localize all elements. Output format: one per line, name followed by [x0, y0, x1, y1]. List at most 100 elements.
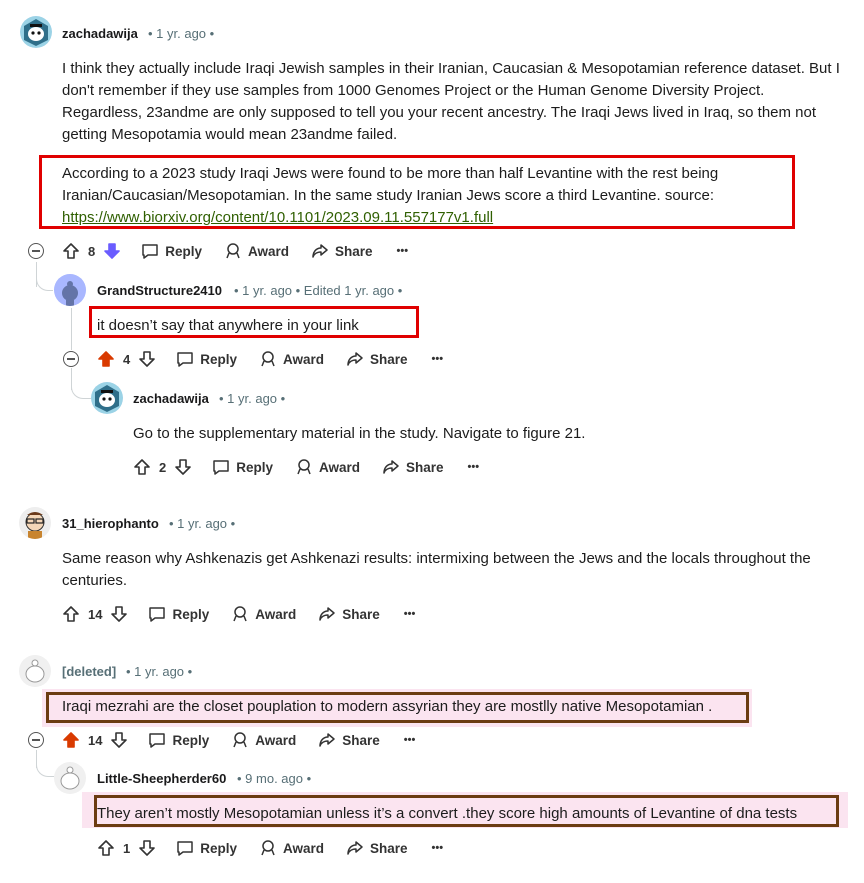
share-button[interactable]: Share [318, 605, 380, 623]
award-button[interactable]: Award [295, 458, 360, 476]
share-icon [383, 460, 399, 474]
share-icon [319, 733, 335, 747]
share-button[interactable]: Share [382, 458, 444, 476]
comment-username[interactable]: Little-Sheepherder60 [97, 771, 226, 786]
more-options-button[interactable]: ••• [468, 461, 480, 473]
collapse-thread-button[interactable] [28, 243, 44, 259]
collapse-thread-button[interactable] [63, 351, 79, 367]
award-button[interactable]: Award [259, 350, 324, 368]
award-label: Award [283, 840, 325, 856]
more-options-button[interactable]: ••• [404, 608, 416, 620]
share-button[interactable]: Share [346, 839, 408, 857]
thread-elbow [71, 376, 92, 399]
comment-username[interactable]: 31_hierophanto [62, 516, 159, 531]
more-options-button[interactable]: ••• [432, 842, 444, 854]
more-icon: ••• [431, 353, 444, 365]
snoo-avatar-icon [20, 16, 52, 48]
upvote-icon[interactable] [133, 458, 151, 476]
comment-action-bar: 4 Reply Award Share ••• [97, 346, 443, 372]
comment-meta: • 9 mo. ago • [237, 771, 312, 786]
share-icon [347, 841, 363, 855]
highlight-box [39, 155, 795, 229]
award-button[interactable]: Award [231, 731, 296, 749]
comment-action-bar: 14 Reply Award Share ••• [62, 601, 415, 627]
downvote-icon[interactable] [110, 731, 128, 749]
downvote-icon[interactable] [138, 839, 156, 857]
avatar [19, 655, 51, 687]
share-label: Share [342, 732, 380, 748]
comment-action-bar: 1 Reply Award Share ••• [97, 835, 443, 861]
avatar[interactable] [91, 382, 123, 414]
collapse-thread-button[interactable] [28, 732, 44, 748]
award-icon [261, 840, 275, 856]
downvote-icon[interactable] [174, 458, 192, 476]
reply-button[interactable]: Reply [141, 242, 202, 260]
comment-action-bar: 2 Reply Award Share ••• [133, 454, 479, 480]
reply-button[interactable]: Reply [176, 350, 237, 368]
highlight-box [94, 795, 839, 827]
vote-count: 14 [88, 606, 103, 622]
reply-label: Reply [165, 243, 202, 259]
comment-username: [deleted] [62, 664, 117, 679]
vote-count: 8 [88, 243, 96, 259]
reply-button[interactable]: Reply [148, 731, 209, 749]
comment-icon [177, 841, 193, 856]
vote-group: 8 [62, 242, 121, 260]
upvote-icon[interactable] [62, 731, 80, 749]
more-options-button[interactable]: ••• [404, 734, 416, 746]
comment-icon [149, 607, 166, 622]
award-icon [233, 606, 247, 622]
comment-username[interactable]: zachadawija [133, 391, 209, 406]
reply-button[interactable]: Reply [212, 458, 273, 476]
upvote-icon[interactable] [62, 605, 80, 623]
comment-icon [149, 733, 166, 748]
comment-body: Go to the supplementary material in the … [133, 425, 586, 442]
avatar[interactable] [19, 507, 51, 539]
more-options-button[interactable]: ••• [397, 245, 409, 257]
award-button[interactable]: Award [259, 839, 324, 857]
thread-elbow [36, 270, 53, 291]
award-button[interactable]: Award [224, 242, 289, 260]
award-label: Award [255, 606, 297, 622]
downvote-icon[interactable] [110, 605, 128, 623]
share-button[interactable]: Share [346, 350, 408, 368]
avatar[interactable] [54, 762, 86, 794]
comment-icon [177, 352, 193, 367]
snoo-avatar-icon [19, 507, 51, 539]
comment-meta: • 1 yr. ago • [126, 664, 193, 679]
avatar[interactable] [20, 16, 52, 48]
thread-elbow [36, 754, 55, 777]
downvote-icon[interactable] [103, 242, 121, 260]
award-button[interactable]: Award [231, 605, 296, 623]
vote-group: 14 [62, 731, 128, 749]
downvote-icon[interactable] [138, 350, 156, 368]
share-button[interactable]: Share [318, 731, 380, 749]
comment-action-bar: 14 Reply Award Share ••• [62, 727, 415, 753]
upvote-icon[interactable] [97, 350, 115, 368]
upvote-icon[interactable] [62, 242, 80, 260]
avatar[interactable] [54, 274, 86, 306]
more-icon: ••• [396, 245, 409, 257]
reply-label: Reply [200, 351, 237, 367]
share-label: Share [370, 351, 408, 367]
comment-username[interactable]: GrandStructure2410 [97, 283, 222, 298]
award-icon [233, 732, 247, 748]
award-label: Award [319, 459, 361, 475]
reply-button[interactable]: Reply [176, 839, 237, 857]
comment-meta: • 1 yr. ago • Edited 1 yr. ago • [234, 283, 403, 298]
share-icon [319, 607, 335, 621]
award-label: Award [283, 351, 325, 367]
share-label: Share [406, 459, 444, 475]
thread-line [71, 308, 72, 350]
share-label: Share [342, 606, 380, 622]
vote-group: 2 [133, 458, 192, 476]
share-label: Share [370, 840, 408, 856]
upvote-icon[interactable] [97, 839, 115, 857]
vote-count: 4 [123, 351, 131, 367]
reply-button[interactable]: Reply [148, 605, 209, 623]
highlight-box [89, 306, 419, 338]
comment-username[interactable]: zachadawija [62, 26, 138, 41]
more-icon: ••• [403, 734, 416, 746]
share-button[interactable]: Share [311, 242, 373, 260]
more-options-button[interactable]: ••• [432, 353, 444, 365]
